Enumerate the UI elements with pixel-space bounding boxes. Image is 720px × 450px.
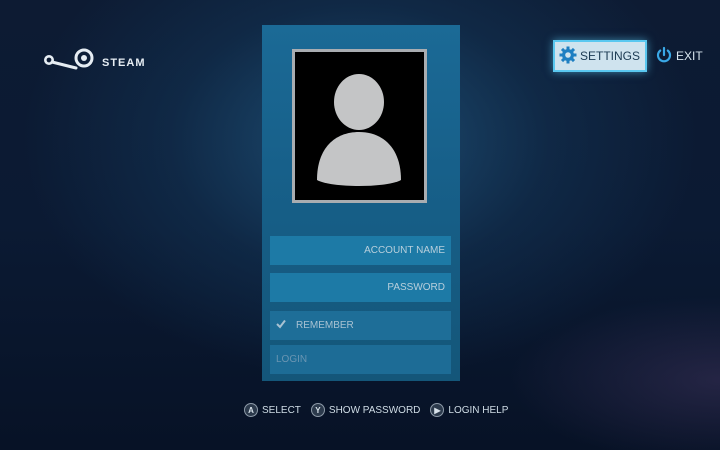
account-name-field[interactable]: ACCOUNT NAME	[270, 236, 451, 265]
steam-logo-text: STEAM	[102, 56, 146, 69]
settings-button[interactable]: SETTINGS	[553, 40, 648, 72]
remember-label: REMEMBER	[296, 320, 354, 331]
hint-login-help: ▶ LOGIN HELP	[430, 403, 508, 417]
top-actions: SETTINGS EXIT	[553, 40, 703, 72]
settings-label: SETTINGS	[580, 49, 641, 63]
password-placeholder: PASSWORD	[387, 282, 445, 293]
login-button[interactable]: LOGIN	[270, 345, 451, 374]
remember-checkbox[interactable]: REMEMBER	[270, 311, 451, 340]
avatar	[292, 49, 427, 203]
hint-login-help-label: LOGIN HELP	[448, 404, 509, 416]
exit-button[interactable]: EXIT	[655, 46, 703, 67]
y-button-icon: Y	[310, 403, 325, 417]
hint-select: A SELECT	[244, 403, 301, 417]
exit-label: EXIT	[676, 49, 703, 63]
gear-icon	[559, 46, 577, 67]
power-icon	[655, 46, 673, 67]
steam-logo: STEAM	[40, 48, 146, 77]
hint-show-password-label: SHOW PASSWORD	[328, 404, 421, 416]
hint-show-password: Y SHOW PASSWORD	[310, 403, 421, 417]
hint-select-label: SELECT	[262, 404, 301, 416]
controller-hints: A SELECT Y SHOW PASSWORD ▶ LOGIN HELP	[244, 403, 512, 417]
login-panel: ACCOUNT NAME PASSWORD REMEMBER LOGIN	[262, 25, 460, 381]
start-button-icon: ▶	[430, 403, 445, 417]
a-button-icon: A	[244, 403, 258, 417]
password-field[interactable]: PASSWORD	[270, 273, 451, 302]
login-label: LOGIN	[276, 354, 308, 365]
account-name-placeholder: ACCOUNT NAME	[364, 245, 445, 256]
checkmark-icon	[276, 319, 286, 332]
steam-logo-icon	[40, 48, 96, 77]
